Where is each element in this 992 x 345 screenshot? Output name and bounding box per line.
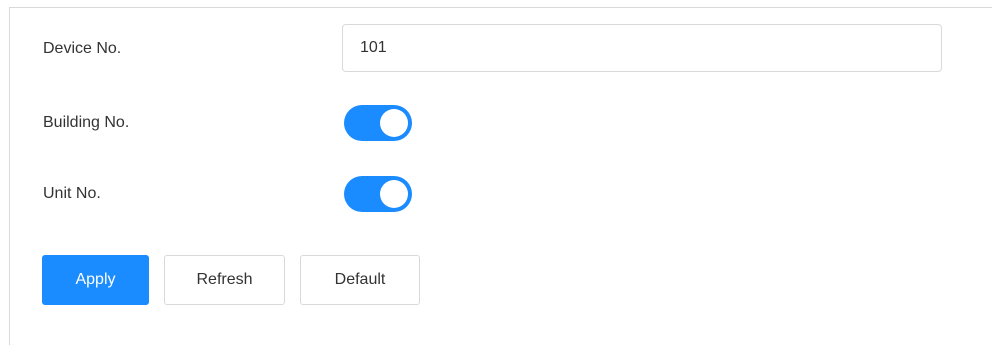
refresh-button[interactable]: Refresh bbox=[164, 255, 285, 305]
toggle-knob bbox=[380, 180, 408, 208]
toggle-knob bbox=[380, 109, 408, 137]
building-no-toggle[interactable] bbox=[344, 105, 412, 141]
device-no-label: Device No. bbox=[43, 40, 122, 57]
apply-button[interactable]: Apply bbox=[42, 255, 149, 305]
building-no-label: Building No. bbox=[43, 114, 130, 131]
unit-no-label: Unit No. bbox=[43, 185, 101, 202]
settings-panel: Device No. Building No. Unit No. Apply R… bbox=[9, 7, 992, 345]
default-button[interactable]: Default bbox=[300, 255, 420, 305]
device-no-input[interactable] bbox=[342, 24, 942, 72]
unit-no-toggle[interactable] bbox=[344, 176, 412, 212]
